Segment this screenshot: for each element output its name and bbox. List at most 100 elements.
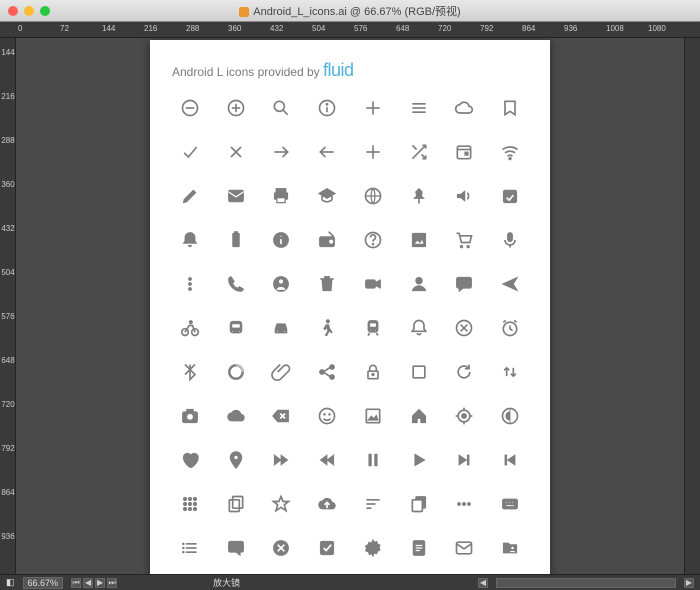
hscroll-left-icon[interactable]: ◀ [478,578,488,588]
location-icon[interactable] [225,449,247,471]
notifications-none-icon[interactable] [408,317,430,339]
info-outline-icon[interactable] [316,97,338,119]
notifications-icon[interactable] [179,229,201,251]
check-icon[interactable] [179,141,201,163]
artboard-nav-icon[interactable]: ◧ [6,577,15,588]
fast-forward-icon[interactable] [270,449,292,471]
nav-last-icon[interactable]: ⏭ [107,578,117,588]
skip-previous-icon[interactable] [499,449,521,471]
delete-icon[interactable] [316,273,338,295]
school-icon[interactable] [316,185,338,207]
folder-shared-icon[interactable] [499,537,521,559]
remove-circle-icon[interactable] [179,97,201,119]
cloud-outline-icon[interactable] [453,97,475,119]
cancel-circle-icon[interactable] [453,317,475,339]
alarm-icon[interactable] [499,317,521,339]
person-icon[interactable] [408,273,430,295]
data-usage-icon[interactable] [225,361,247,383]
canvas[interactable]: Android L icons provided by fluid [16,38,684,574]
pin-icon[interactable] [408,185,430,207]
image-outline-icon[interactable] [362,405,384,427]
cloud-icon[interactable] [225,405,247,427]
camera-icon[interactable] [179,405,201,427]
lock-outline-icon[interactable] [362,361,384,383]
menu-icon[interactable] [408,97,430,119]
add-icon[interactable] [362,141,384,163]
pause-icon[interactable] [362,449,384,471]
content-copy-icon[interactable] [408,493,430,515]
attachment-icon[interactable] [270,361,292,383]
add-circle-icon[interactable] [225,97,247,119]
edit-icon[interactable] [179,185,201,207]
zoom-level[interactable]: 66.67% [23,577,64,589]
close-window-button[interactable] [8,6,18,16]
search-icon[interactable] [270,97,292,119]
bookmark-outline-icon[interactable] [499,97,521,119]
zoom-window-button[interactable] [40,6,50,16]
info-icon[interactable] [270,229,292,251]
star-outline-icon[interactable] [270,493,292,515]
gps-icon[interactable] [453,405,475,427]
event-available-icon[interactable] [499,185,521,207]
send-icon[interactable] [499,273,521,295]
ruler-horizontal[interactable]: 0721442162883604325045766487207928649361… [0,22,700,38]
nav-first-icon[interactable]: ⏮ [71,578,81,588]
refresh-icon[interactable] [453,361,475,383]
comment-icon[interactable] [225,537,247,559]
play-icon[interactable] [408,449,430,471]
battery-icon[interactable] [225,229,247,251]
radio-icon[interactable] [316,229,338,251]
close-icon[interactable] [225,141,247,163]
arrow-right-icon[interactable] [270,141,292,163]
fast-rewind-icon[interactable] [316,449,338,471]
crop-square-icon[interactable] [408,361,430,383]
apps-icon[interactable] [179,493,201,515]
car-icon[interactable] [270,317,292,339]
skip-next-icon[interactable] [453,449,475,471]
public-icon[interactable] [362,185,384,207]
check-box-icon[interactable] [316,537,338,559]
volume-icon[interactable] [453,185,475,207]
share-icon[interactable] [316,361,338,383]
ruler-vertical[interactable]: 144216288360432504576648720792864936 [0,38,16,574]
backspace-icon[interactable] [270,405,292,427]
videocam-icon[interactable] [362,273,384,295]
scrollbar-horizontal[interactable] [496,578,676,588]
nav-prev-icon[interactable]: ◀ [83,578,93,588]
minimize-window-button[interactable] [24,6,34,16]
wifi-icon[interactable] [499,141,521,163]
call-icon[interactable] [225,273,247,295]
bluetooth-icon[interactable] [179,361,201,383]
image-icon[interactable] [408,229,430,251]
favorite-icon[interactable] [179,449,201,471]
event-icon[interactable] [453,141,475,163]
swap-vert-icon[interactable] [499,361,521,383]
email-icon[interactable] [225,185,247,207]
arrow-left-icon[interactable] [316,141,338,163]
cloud-upload-icon[interactable] [316,493,338,515]
help-icon[interactable] [362,229,384,251]
copy-icon[interactable] [225,493,247,515]
description-icon[interactable] [408,537,430,559]
scrollbar-vertical[interactable] [684,38,700,574]
home-icon[interactable] [408,405,430,427]
account-circle-icon[interactable] [270,273,292,295]
hscroll-right-icon[interactable]: ▶ [684,578,694,588]
error-icon[interactable] [270,537,292,559]
more-vert-icon[interactable] [179,273,201,295]
mood-icon[interactable] [316,405,338,427]
print-icon[interactable] [270,185,292,207]
brightness-icon[interactable] [499,405,521,427]
nav-next-icon[interactable]: ▶ [95,578,105,588]
mic-icon[interactable] [499,229,521,251]
artboard[interactable]: Android L icons provided by fluid [150,40,550,574]
settings-icon[interactable] [362,537,384,559]
train-icon[interactable] [362,317,384,339]
shuffle-icon[interactable] [408,141,430,163]
bus-icon[interactable] [225,317,247,339]
list-icon[interactable] [179,537,201,559]
chat-icon[interactable] [453,273,475,295]
keyboard-icon[interactable] [499,493,521,515]
add-icon[interactable] [362,97,384,119]
mail-outline-icon[interactable] [453,537,475,559]
